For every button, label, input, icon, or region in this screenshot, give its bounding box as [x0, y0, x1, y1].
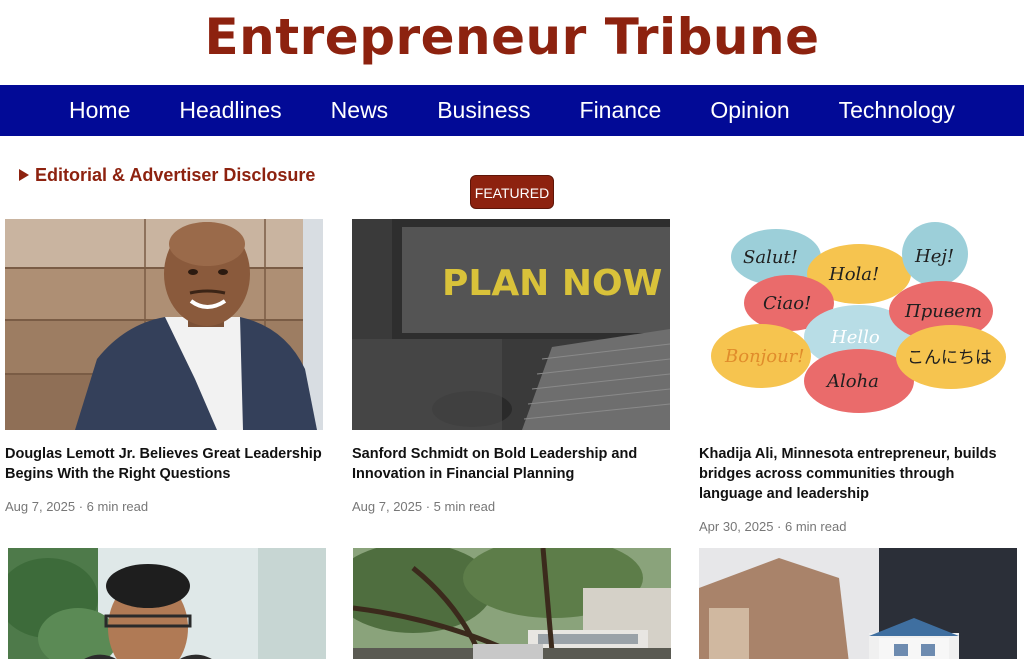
- article-title[interactable]: Sanford Schmidt on Bold Leadership and I…: [352, 444, 672, 484]
- article-meta: Aug 7, 2025 · 6 min read: [5, 499, 149, 514]
- article-meta: Apr 30, 2025 · 6 min read: [699, 519, 847, 534]
- language-bubbles-illustration: Salut! Hola! Hej! Ciao! Hello Привет Bon…: [699, 219, 1017, 430]
- bubble-aloha: Aloha: [825, 371, 879, 392]
- nav-item-opinion[interactable]: Opinion: [686, 85, 814, 136]
- article-card[interactable]: Salut! Hola! Hej! Ciao! Hello Привет Bon…: [699, 219, 1019, 536]
- article-image[interactable]: [8, 548, 326, 659]
- main-nav: Home Headlines News Business Finance Opi…: [0, 85, 1024, 136]
- nav-item-home[interactable]: Home: [45, 85, 155, 136]
- bubble-hello: Hello: [830, 327, 880, 348]
- article-title[interactable]: Khadija Ali, Minnesota entrepreneur, bui…: [699, 444, 1019, 504]
- masthead: Entrepreneur Tribune: [0, 0, 1024, 85]
- portrait-photo: [8, 548, 326, 659]
- triangle-right-icon: [19, 169, 29, 181]
- nav-item-finance[interactable]: Finance: [555, 85, 686, 136]
- fallen-tree-photo: [353, 548, 671, 659]
- article-image[interactable]: [5, 219, 323, 430]
- nav-item-headlines[interactable]: Headlines: [155, 85, 306, 136]
- article-image[interactable]: Salut! Hola! Hej! Ciao! Hello Привет Bon…: [699, 219, 1017, 430]
- article-image[interactable]: [699, 548, 1017, 659]
- bubble-bonjour: Bonjour!: [724, 346, 805, 367]
- house-model-photo: [699, 548, 1017, 659]
- nav-item-technology[interactable]: Technology: [814, 85, 979, 136]
- article-card[interactable]: PLAN NOW Sanford Schmidt on Bold Leaders…: [352, 219, 672, 516]
- nav-item-news[interactable]: News: [306, 85, 413, 136]
- disclosure-label: Editorial & Advertiser Disclosure: [35, 164, 316, 185]
- plan-now-text: PLAN NOW: [442, 263, 662, 304]
- bubble-konnichiwa: こんにちは: [907, 348, 992, 368]
- article-card[interactable]: Douglas Lemott Jr. Believes Great Leader…: [5, 219, 325, 516]
- portrait-photo: [5, 219, 323, 430]
- bubble-ciao: Ciao!: [763, 293, 811, 314]
- nav-item-business[interactable]: Business: [413, 85, 555, 136]
- plan-now-photo: PLAN NOW: [352, 219, 670, 430]
- article-title[interactable]: Douglas Lemott Jr. Believes Great Leader…: [5, 444, 325, 484]
- disclosure-toggle[interactable]: Editorial & Advertiser Disclosure: [19, 162, 315, 188]
- article-image[interactable]: [353, 548, 671, 659]
- bubble-hej: Hej!: [914, 246, 954, 267]
- site-title[interactable]: Entrepreneur Tribune: [204, 6, 819, 68]
- bubble-hola: Hola!: [828, 264, 879, 285]
- bubble-salut: Salut!: [743, 247, 798, 268]
- featured-badge: FEATURED: [470, 175, 554, 209]
- article-meta: Aug 7, 2025 · 5 min read: [352, 499, 496, 514]
- article-image[interactable]: PLAN NOW: [352, 219, 670, 430]
- bubble-privet: Привет: [904, 301, 982, 322]
